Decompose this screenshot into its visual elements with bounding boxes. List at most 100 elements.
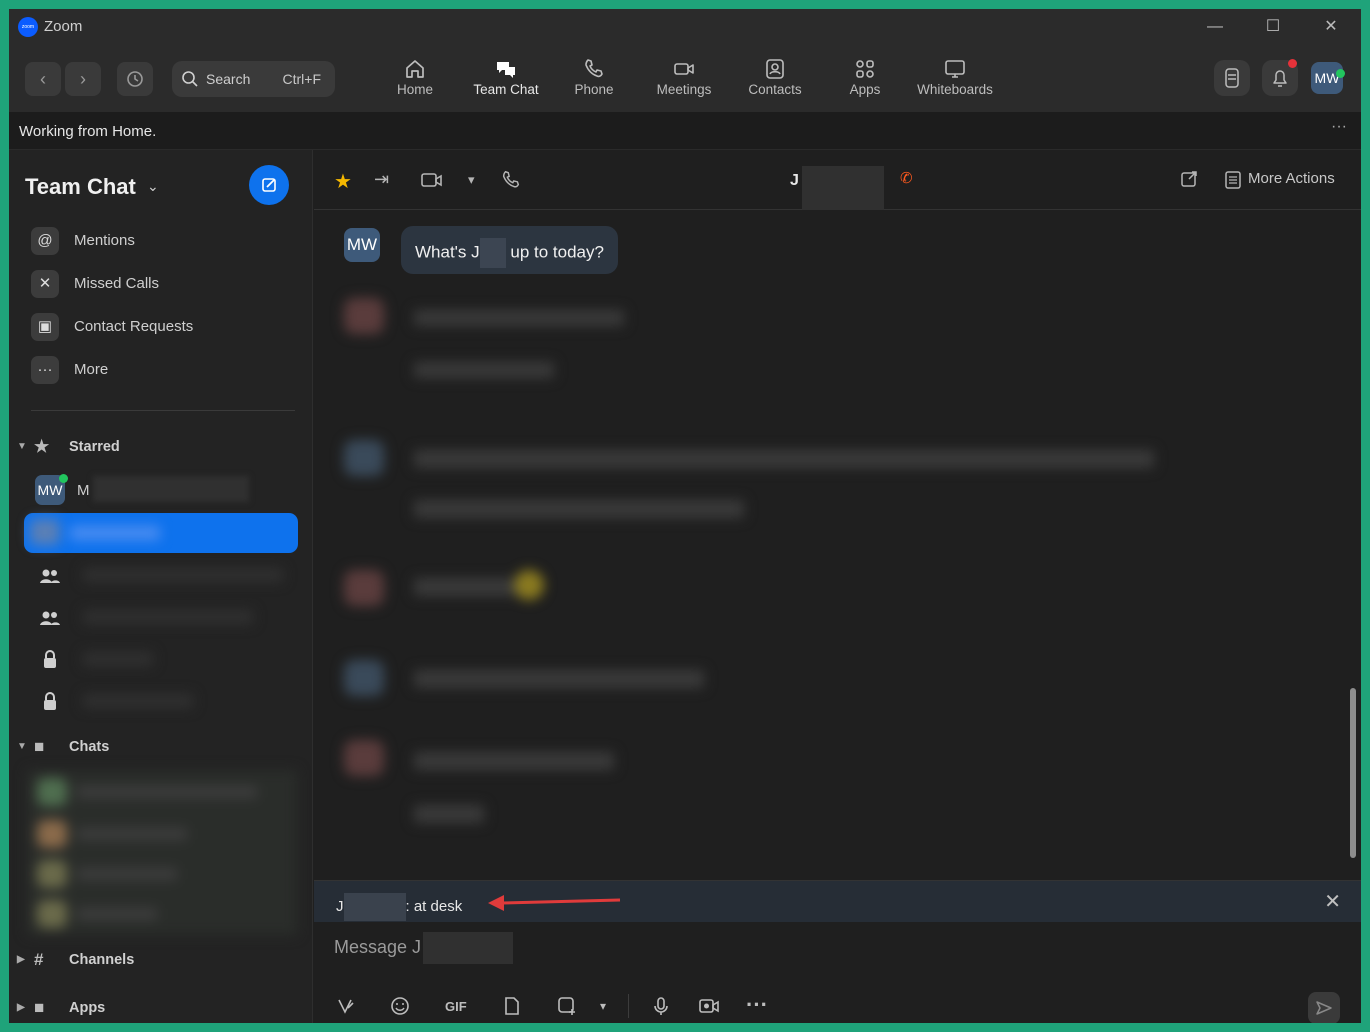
missed-call-icon: ✕ xyxy=(31,270,59,298)
file-icon[interactable] xyxy=(503,996,521,1016)
chevron-down-icon[interactable]: ▾ xyxy=(600,999,606,1013)
avatar xyxy=(37,900,67,928)
tab-home-label: Home xyxy=(396,82,433,97)
list-item[interactable] xyxy=(33,684,293,720)
new-chat-button[interactable] xyxy=(249,165,289,205)
tab-whiteboards[interactable]: Whiteboards xyxy=(914,56,996,108)
list-item xyxy=(77,828,187,840)
status-more-button[interactable]: ··· xyxy=(1331,118,1347,136)
avatar xyxy=(37,778,67,806)
search-shortcut: Ctrl+F xyxy=(282,71,322,87)
chevron-down-icon[interactable]: ⌄ xyxy=(147,178,159,195)
message-composer[interactable]: Message J GIF ▾ ··· xyxy=(314,922,1361,1023)
caret-down-icon: ▼ xyxy=(17,441,27,452)
move-to-folder-icon[interactable]: ⇥ xyxy=(374,169,389,190)
emoji-icon xyxy=(514,570,544,600)
phone-icon xyxy=(585,59,603,78)
popout-icon[interactable] xyxy=(1180,170,1198,188)
chat-title[interactable]: J xyxy=(790,172,799,190)
message-bubble[interactable]: What's J up to today? xyxy=(401,226,618,274)
chat-header: ★ ⇥ ▾ J ✆ More Actions xyxy=(314,150,1361,210)
device-button[interactable] xyxy=(1214,60,1250,96)
phone-icon[interactable] xyxy=(500,169,522,191)
sidebar-item-missed-calls[interactable]: ✕ Missed Calls xyxy=(31,268,301,300)
starred-contact[interactable]: MW M xyxy=(33,472,293,508)
chat-icon xyxy=(497,62,515,78)
sidebar-divider xyxy=(31,410,295,411)
video-icon[interactable] xyxy=(420,171,444,189)
star-icon[interactable]: ★ xyxy=(334,169,352,194)
screenshot-icon[interactable] xyxy=(557,996,577,1016)
chat-bubble-icon: ■ xyxy=(34,737,45,756)
close-button[interactable]: ✕ xyxy=(1311,13,1351,41)
emoji-icon[interactable] xyxy=(390,996,410,1016)
top-toolbar: ‹ › Search Ctrl+F Home Team Chat Phone M… xyxy=(9,46,1361,112)
tab-apps[interactable]: Apps xyxy=(845,56,885,108)
list-item[interactable] xyxy=(33,642,293,678)
more-actions-button[interactable]: More Actions xyxy=(1248,170,1335,187)
avatar xyxy=(344,570,384,606)
video-message-icon[interactable] xyxy=(698,996,720,1016)
minimize-button[interactable]: — xyxy=(1195,13,1235,41)
search-box[interactable]: Search Ctrl+F xyxy=(172,61,335,97)
section-channels[interactable]: ▶ # Channels xyxy=(17,950,297,974)
section-chats-label: Chats xyxy=(69,739,110,755)
format-icon[interactable] xyxy=(336,996,356,1016)
profile-avatar[interactable]: MW xyxy=(1311,62,1343,94)
tab-phone-label: Phone xyxy=(574,82,614,97)
caret-right-icon: ▶ xyxy=(17,954,25,965)
tab-whiteboards-label: Whiteboards xyxy=(917,82,993,97)
avatar: MW xyxy=(344,228,380,262)
redacted-name xyxy=(93,476,249,502)
close-status-button[interactable]: ✕ xyxy=(1324,889,1341,914)
compose-icon xyxy=(262,178,276,192)
maximize-button[interactable]: ☐ xyxy=(1253,13,1293,41)
more-options-icon[interactable]: ··· xyxy=(746,992,768,1018)
scrollbar-thumb[interactable] xyxy=(1350,688,1356,858)
tab-team-chat[interactable]: Team Chat xyxy=(468,56,544,108)
phone-status-icon: ✆ xyxy=(900,170,913,187)
caret-right-icon: ▶ xyxy=(17,1002,25,1013)
tab-contacts[interactable]: Contacts xyxy=(746,56,804,108)
section-starred[interactable]: ▼ ★ Starred xyxy=(17,437,297,461)
list-item xyxy=(70,526,160,540)
app-title: Zoom xyxy=(44,18,83,35)
message-input[interactable]: Message J xyxy=(334,932,514,964)
send-button[interactable] xyxy=(1308,992,1340,1023)
list-item xyxy=(83,610,253,624)
list-item xyxy=(83,694,193,708)
sidebar-title[interactable]: Team Chat xyxy=(25,174,136,200)
avatar xyxy=(344,440,384,476)
tab-meetings[interactable]: Meetings xyxy=(654,56,714,108)
list-item xyxy=(414,805,484,823)
sidebar-item-more[interactable]: ··· More xyxy=(31,354,301,386)
microphone-icon[interactable] xyxy=(652,996,670,1016)
sidebar-item-contact-requests[interactable]: ▣ Contact Requests xyxy=(31,311,301,343)
history-button[interactable] xyxy=(117,62,153,96)
list-item[interactable] xyxy=(33,600,293,636)
selected-chat-item[interactable] xyxy=(24,513,298,553)
tab-home[interactable]: Home xyxy=(392,56,438,108)
list-item xyxy=(77,908,157,920)
back-button[interactable]: ‹ xyxy=(25,62,61,96)
chat-panel: ★ ⇥ ▾ J ✆ More Actions MW What's J up to… xyxy=(314,150,1361,1023)
sidebar-item-mentions[interactable]: @ Mentions xyxy=(31,225,301,257)
send-icon xyxy=(1316,1001,1332,1015)
avatar xyxy=(37,860,67,888)
section-chats[interactable]: ▼ ■ Chats xyxy=(17,737,297,761)
list-item xyxy=(414,500,744,518)
notifications-button[interactable] xyxy=(1262,59,1298,96)
redacted-name xyxy=(479,238,506,268)
tab-phone[interactable]: Phone xyxy=(571,56,617,108)
chat-list xyxy=(27,770,297,935)
section-apps[interactable]: ▶ ■ Apps xyxy=(17,998,297,1022)
contact-status-text: J: at desk xyxy=(336,893,462,921)
sidebar: Team Chat ⌄ @ Mentions ✕ Missed Calls ▣ … xyxy=(9,150,313,1023)
forward-button[interactable]: › xyxy=(65,62,101,96)
chevron-down-icon[interactable]: ▾ xyxy=(468,172,475,188)
avatar xyxy=(344,740,384,776)
list-item[interactable] xyxy=(33,558,293,594)
redacted-name xyxy=(343,893,406,921)
status-message: Working from Home. xyxy=(19,123,157,140)
gif-button[interactable]: GIF xyxy=(445,999,467,1014)
